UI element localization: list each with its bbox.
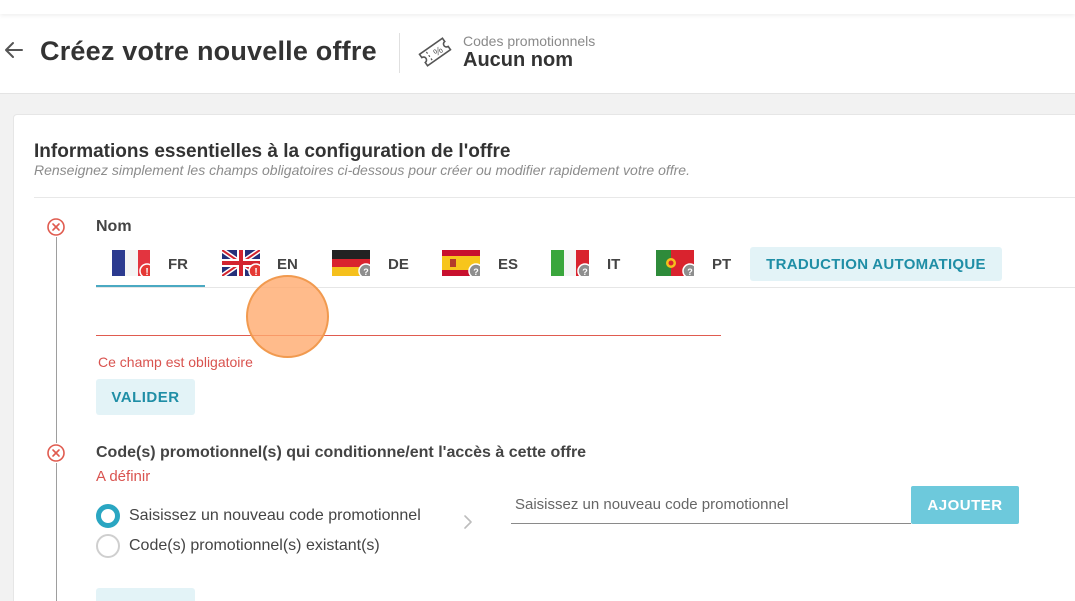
tab-lang-code: FR xyxy=(168,256,188,273)
auto-translate-button[interactable]: TRADUCTION AUTOMATIQUE xyxy=(750,247,1002,281)
header-divider xyxy=(399,33,400,73)
x-circle-icon xyxy=(46,217,66,237)
breadcrumb-value: Aucun nom xyxy=(463,49,573,71)
tab-lang-code: DE xyxy=(388,256,409,273)
svg-text:!: ! xyxy=(254,267,257,276)
tab-lang-es[interactable]: ? ES xyxy=(442,248,522,286)
tab-lang-it[interactable]: ? IT xyxy=(551,248,631,286)
svg-text:!: ! xyxy=(145,267,148,276)
tab-lang-code: IT xyxy=(607,256,621,273)
radio-label: Saisissez un nouveau code promotionnel xyxy=(129,507,421,524)
radio-button[interactable] xyxy=(96,534,120,558)
name-field-label: Nom xyxy=(96,218,132,235)
x-circle-icon xyxy=(46,443,66,463)
arrow-left-icon[interactable] xyxy=(2,38,26,62)
tab-lang-code: EN xyxy=(277,256,298,273)
chevron-right-icon xyxy=(464,515,472,529)
flag-es-icon: ? xyxy=(442,250,480,276)
promo-field-label: Code(s) promotionnel(s) qui conditionne/… xyxy=(96,444,587,461)
add-code-button[interactable]: AJOUTER xyxy=(911,486,1019,524)
touch-indicator xyxy=(246,275,329,358)
promo-code-input[interactable] xyxy=(511,486,911,524)
page-title: Créez votre nouvelle offre xyxy=(40,36,377,66)
svg-text:%: % xyxy=(432,45,446,59)
section-subtitle: Renseignez simplement les champs obligat… xyxy=(34,162,690,178)
tabs-divider xyxy=(96,287,1075,288)
breadcrumb-label: Codes promotionnels xyxy=(463,33,596,49)
validate-promo-button[interactable]: VALIDER xyxy=(96,588,195,601)
svg-text:?: ? xyxy=(687,267,693,276)
flag-it-icon: ? xyxy=(551,250,589,276)
name-error-message: Ce champ est obligatoire xyxy=(98,354,253,370)
section-divider xyxy=(34,197,1075,198)
steps-timeline xyxy=(56,234,57,601)
name-input[interactable] xyxy=(96,296,721,336)
section-title: Informations essentielles à la configura… xyxy=(34,141,511,162)
tab-lang-pt[interactable]: ? PT xyxy=(656,248,736,286)
radio-label: Code(s) promotionnel(s) existant(s) xyxy=(129,537,380,554)
active-tab-indicator xyxy=(96,285,205,287)
tab-lang-code: ES xyxy=(498,256,519,273)
header-shadow xyxy=(0,0,1075,14)
svg-text:?: ? xyxy=(473,267,479,276)
radio-new-code[interactable]: Saisissez un nouveau code promotionnel xyxy=(96,504,436,528)
radio-button-checked[interactable] xyxy=(96,504,120,528)
tab-lang-code: PT xyxy=(712,256,732,273)
promo-status: A définir xyxy=(96,468,151,485)
radio-existing-codes[interactable]: Code(s) promotionnel(s) existant(s) xyxy=(96,534,396,558)
coupon-percent-icon: % xyxy=(418,37,452,67)
flag-de-icon: ? xyxy=(332,250,370,276)
svg-text:?: ? xyxy=(582,267,588,276)
validate-name-button[interactable]: VALIDER xyxy=(96,379,195,415)
svg-text:?: ? xyxy=(363,267,369,276)
tab-lang-de[interactable]: ? DE xyxy=(332,248,412,286)
tab-lang-fr[interactable]: ! FR xyxy=(112,248,206,286)
flag-fr-icon: ! xyxy=(112,250,150,276)
flag-en-icon: ! xyxy=(222,250,260,276)
flag-pt-icon: ? xyxy=(656,250,694,276)
